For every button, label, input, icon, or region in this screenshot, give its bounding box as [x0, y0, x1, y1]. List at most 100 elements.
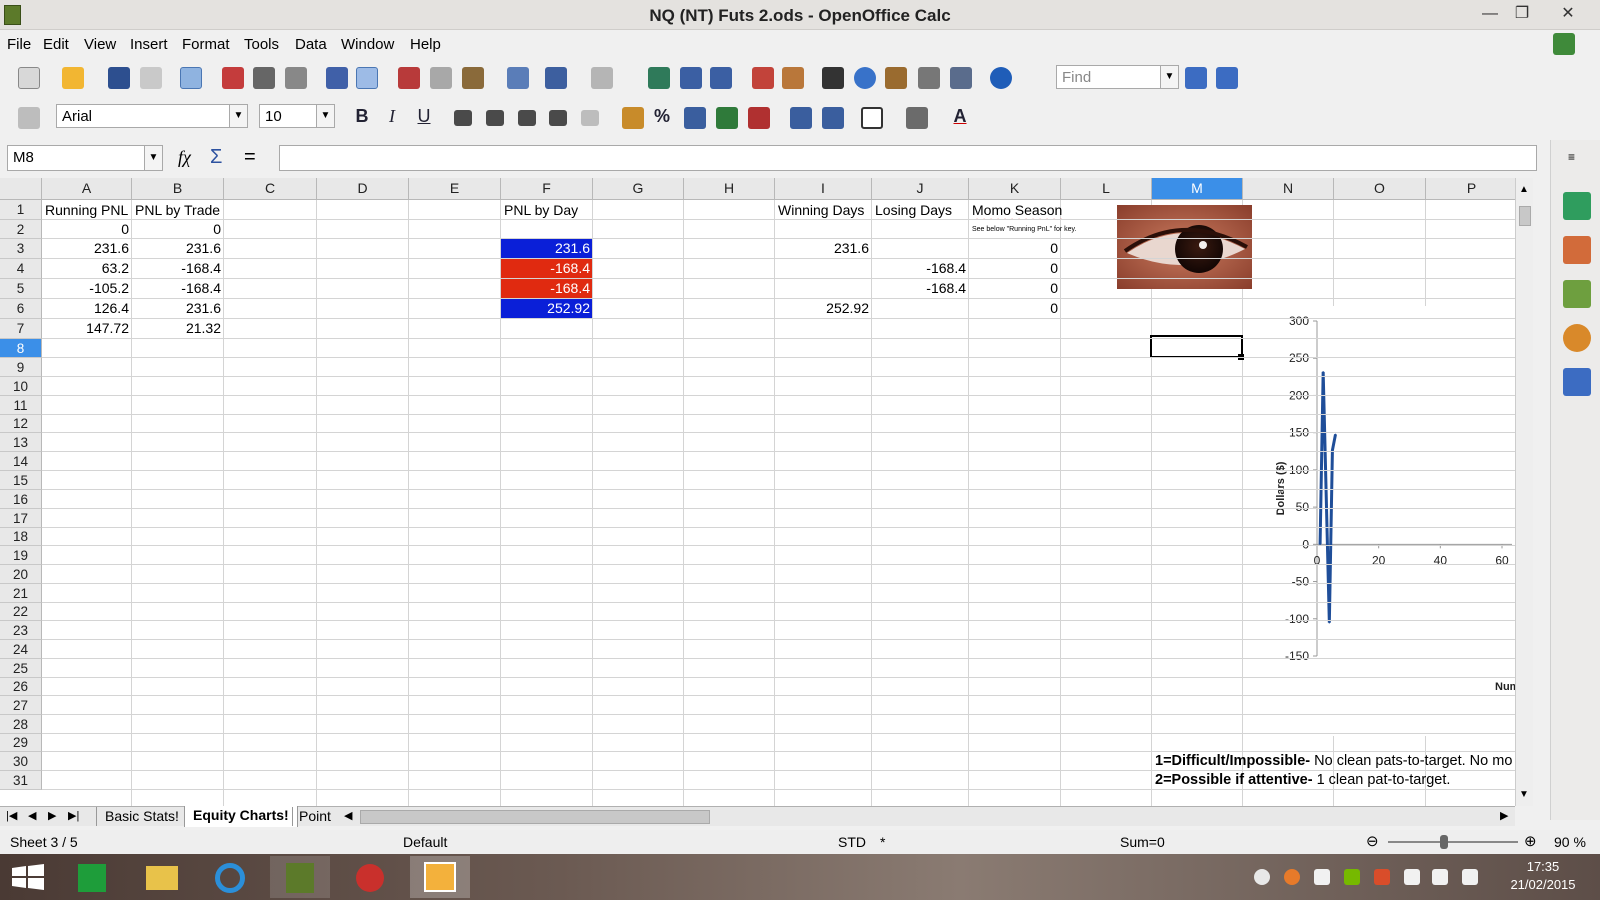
find-dropdown-icon[interactable]: ▼: [1160, 66, 1178, 88]
navigator-sidebar-icon[interactable]: [1563, 324, 1591, 352]
menu-window[interactable]: Window: [341, 36, 394, 53]
row-header-12[interactable]: 12: [0, 415, 42, 433]
row-header-23[interactable]: 23: [0, 621, 42, 640]
column-header-i[interactable]: I: [775, 178, 872, 200]
align-right-icon[interactable]: [518, 110, 536, 126]
cell-f6[interactable]: 252.92: [501, 299, 592, 319]
zoom-in-icon[interactable]: ⊕: [1524, 832, 1537, 850]
name-box[interactable]: M8 ▼: [7, 145, 163, 171]
vertical-scroll-thumb[interactable]: [1519, 206, 1531, 226]
undo-icon[interactable]: [545, 67, 567, 89]
sum-readout[interactable]: Sum=0: [1120, 834, 1165, 850]
row-header-21[interactable]: 21: [0, 584, 42, 603]
cell-a6[interactable]: 126.4: [42, 299, 131, 318]
first-sheet-icon[interactable]: |◀: [6, 809, 17, 822]
new-document-icon[interactable]: [18, 67, 40, 89]
sidebar-menu-icon[interactable]: ≡: [1568, 150, 1575, 164]
row-header-3[interactable]: 3: [0, 239, 42, 259]
column-header-n[interactable]: N: [1243, 178, 1334, 200]
export-pdf-icon[interactable]: [222, 67, 244, 89]
zoom-out-icon[interactable]: ⊖: [1366, 832, 1379, 850]
scroll-up-icon[interactable]: ▲: [1519, 184, 1529, 195]
cell-b6[interactable]: 231.6: [132, 299, 223, 318]
percent-format-button[interactable]: %: [650, 106, 674, 127]
row-header-31[interactable]: 31: [0, 771, 42, 790]
tray-app-icon[interactable]: [1374, 869, 1390, 885]
column-header-k[interactable]: K: [969, 178, 1061, 200]
row-header-7[interactable]: 7: [0, 319, 42, 339]
column-header-c[interactable]: C: [224, 178, 317, 200]
clone-formatting-icon[interactable]: [507, 67, 529, 89]
column-header-p[interactable]: P: [1426, 178, 1515, 200]
row-header-8[interactable]: 8: [0, 339, 42, 358]
print-icon[interactable]: [253, 67, 275, 89]
print-preview-icon[interactable]: [285, 67, 307, 89]
zoom-slider[interactable]: [1388, 841, 1518, 843]
menu-view[interactable]: View: [84, 36, 116, 53]
merge-cells-icon[interactable]: [581, 110, 599, 126]
cell-f1[interactable]: PNL by Day: [502, 201, 592, 220]
network-icon[interactable]: [1432, 869, 1448, 885]
gallery-icon[interactable]: [885, 67, 907, 89]
find-replace-icon[interactable]: [822, 67, 844, 89]
cell-b3[interactable]: 231.6: [132, 239, 223, 258]
row-header-16[interactable]: 16: [0, 490, 42, 509]
align-center-icon[interactable]: [486, 110, 504, 126]
column-header-e[interactable]: E: [409, 178, 501, 200]
previous-sheet-icon[interactable]: ◀: [28, 809, 36, 822]
function-button[interactable]: =: [244, 146, 256, 169]
redo-icon[interactable]: [591, 67, 613, 89]
row-header-27[interactable]: 27: [0, 696, 42, 715]
last-sheet-icon[interactable]: ▶|: [68, 809, 79, 822]
spreadsheet-grid[interactable]: A B C D E F G H I J K L M N O P Running …: [0, 178, 1515, 806]
underline-button[interactable]: U: [412, 106, 436, 127]
italic-button[interactable]: I: [380, 106, 404, 127]
menu-file[interactable]: File: [7, 36, 31, 53]
cell-a1[interactable]: Running PNL: [43, 201, 131, 220]
sheet-tab-point[interactable]: Point: [292, 807, 334, 826]
restore-button[interactable]: ❐: [1506, 0, 1538, 28]
cut-icon[interactable]: [398, 67, 420, 89]
edit-mode-icon[interactable]: [180, 67, 202, 89]
update-icon[interactable]: [1553, 33, 1575, 55]
sheet-tab-equity-charts[interactable]: Equity Charts!: [184, 806, 298, 827]
cell-a5[interactable]: -105.2: [42, 279, 131, 298]
cell-k6[interactable]: 0: [969, 299, 1060, 318]
styles-icon[interactable]: [1563, 236, 1591, 264]
row-header-11[interactable]: 11: [0, 396, 42, 415]
cell-j4[interactable]: -168.4: [872, 259, 968, 278]
menu-insert[interactable]: Insert: [130, 36, 168, 53]
volume-icon[interactable]: [1462, 869, 1478, 885]
cell-f4[interactable]: -168.4: [501, 259, 592, 279]
windows-start-icon[interactable]: [10, 862, 46, 892]
show-draw-functions-icon[interactable]: [782, 67, 804, 89]
cell-i1[interactable]: Winning Days: [776, 201, 871, 220]
background-color-icon[interactable]: [906, 107, 928, 129]
spellcheck-icon[interactable]: [326, 67, 348, 89]
vertical-scrollbar[interactable]: ▲ ▼: [1515, 178, 1533, 806]
cell-b1[interactable]: PNL by Trade: [133, 201, 229, 220]
column-header-f[interactable]: F: [501, 178, 593, 200]
equity-chart[interactable]: 300250200150100500-50-100-1500204060Doll…: [1262, 306, 1515, 736]
cell-a7[interactable]: 147.72: [42, 319, 131, 338]
page-style[interactable]: Default: [403, 834, 447, 850]
cell-k3[interactable]: 0: [969, 239, 1060, 258]
cell-b7[interactable]: 21.32: [132, 319, 223, 338]
column-header-a[interactable]: A: [42, 178, 132, 200]
taskbar-clock[interactable]: 17:35 21/02/2015: [1500, 858, 1586, 894]
sum-button[interactable]: Σ: [210, 146, 222, 169]
row-header-22[interactable]: 22: [0, 603, 42, 621]
row-header-1[interactable]: 1: [0, 200, 42, 220]
horizontal-scroll-thumb[interactable]: [360, 810, 710, 824]
next-sheet-icon[interactable]: ▶: [48, 809, 56, 822]
zoom-level[interactable]: 90 %: [1554, 834, 1586, 850]
row-header-28[interactable]: 28: [0, 715, 42, 734]
autospellcheck-icon[interactable]: [356, 67, 378, 89]
find-next-icon[interactable]: [1185, 67, 1207, 89]
hscroll-right-icon[interactable]: ▶: [1500, 809, 1508, 822]
font-size-dropdown-icon[interactable]: ▼: [316, 105, 334, 127]
column-header-m[interactable]: M: [1152, 178, 1243, 200]
note-row-30[interactable]: 1=Difficult/Impossible- No clean pats-to…: [1153, 752, 1515, 771]
borders-icon[interactable]: [861, 107, 883, 129]
font-size-box[interactable]: 10 ▼: [259, 104, 335, 128]
